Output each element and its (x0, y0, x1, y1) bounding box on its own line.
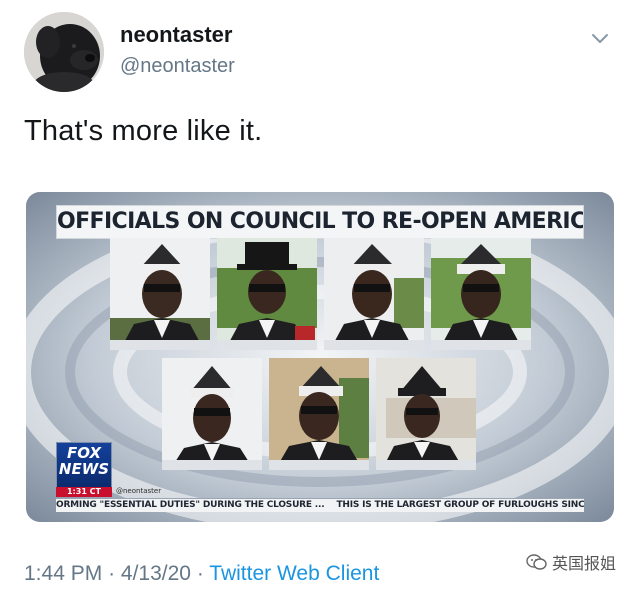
news-ticker: ORMING "ESSENTIAL DUTIES" DURING THE CLO… (56, 498, 584, 512)
wechat-icon (526, 554, 547, 570)
watermark-text: 英国报姐 (552, 556, 617, 573)
pallbearer-photo-3 (324, 238, 424, 350)
pallbearer-photo-1 (110, 238, 210, 350)
chevron-down-icon[interactable] (588, 28, 612, 48)
pallbearer-photo-2 (217, 238, 317, 350)
fox-logo-line1: FOX (66, 444, 102, 462)
broadcast-clock: 1:31 CT (56, 487, 112, 497)
watermark: 英国报姐 (526, 550, 616, 574)
display-name[interactable]: neontaster (120, 22, 232, 48)
timestamp-separator-2: · (196, 562, 204, 585)
tweet-card: neontaster @neontaster That's more like … (0, 0, 640, 590)
media-credit: @neontaster (116, 487, 162, 495)
pallbearer-photo-7 (376, 358, 476, 470)
avatar[interactable] (24, 12, 104, 92)
timestamp-separator: · (108, 562, 116, 585)
fox-news-logo: FOX NEWS (56, 442, 112, 490)
ticker-left-text: ORMING "ESSENTIAL DUTIES" DURING THE CLO… (56, 500, 325, 510)
tweet-time[interactable]: 1:44 PM (24, 562, 102, 585)
tweet-text: That's more like it. (24, 115, 263, 147)
news-headline: OFFICIALS ON COUNCIL TO RE-OPEN AMERICA (56, 205, 584, 239)
pallbearer-photo-5 (162, 358, 262, 470)
user-handle[interactable]: @neontaster (120, 55, 235, 78)
fox-logo-line2: NEWS (58, 460, 110, 478)
black-dog-avatar-icon (24, 12, 104, 92)
tweet-client-link[interactable]: Twitter Web Client (209, 562, 379, 585)
tweet-timestamp: 1:44 PM · 4/13/20 · Twitter Web Client (24, 562, 379, 586)
pallbearer-photo-4 (431, 238, 531, 350)
pallbearer-photo-6 (269, 358, 369, 470)
tweet-date[interactable]: 4/13/20 (121, 562, 191, 585)
ticker-right-text: THIS IS THE LARGEST GROUP OF FURLOUGHS S… (336, 500, 584, 510)
